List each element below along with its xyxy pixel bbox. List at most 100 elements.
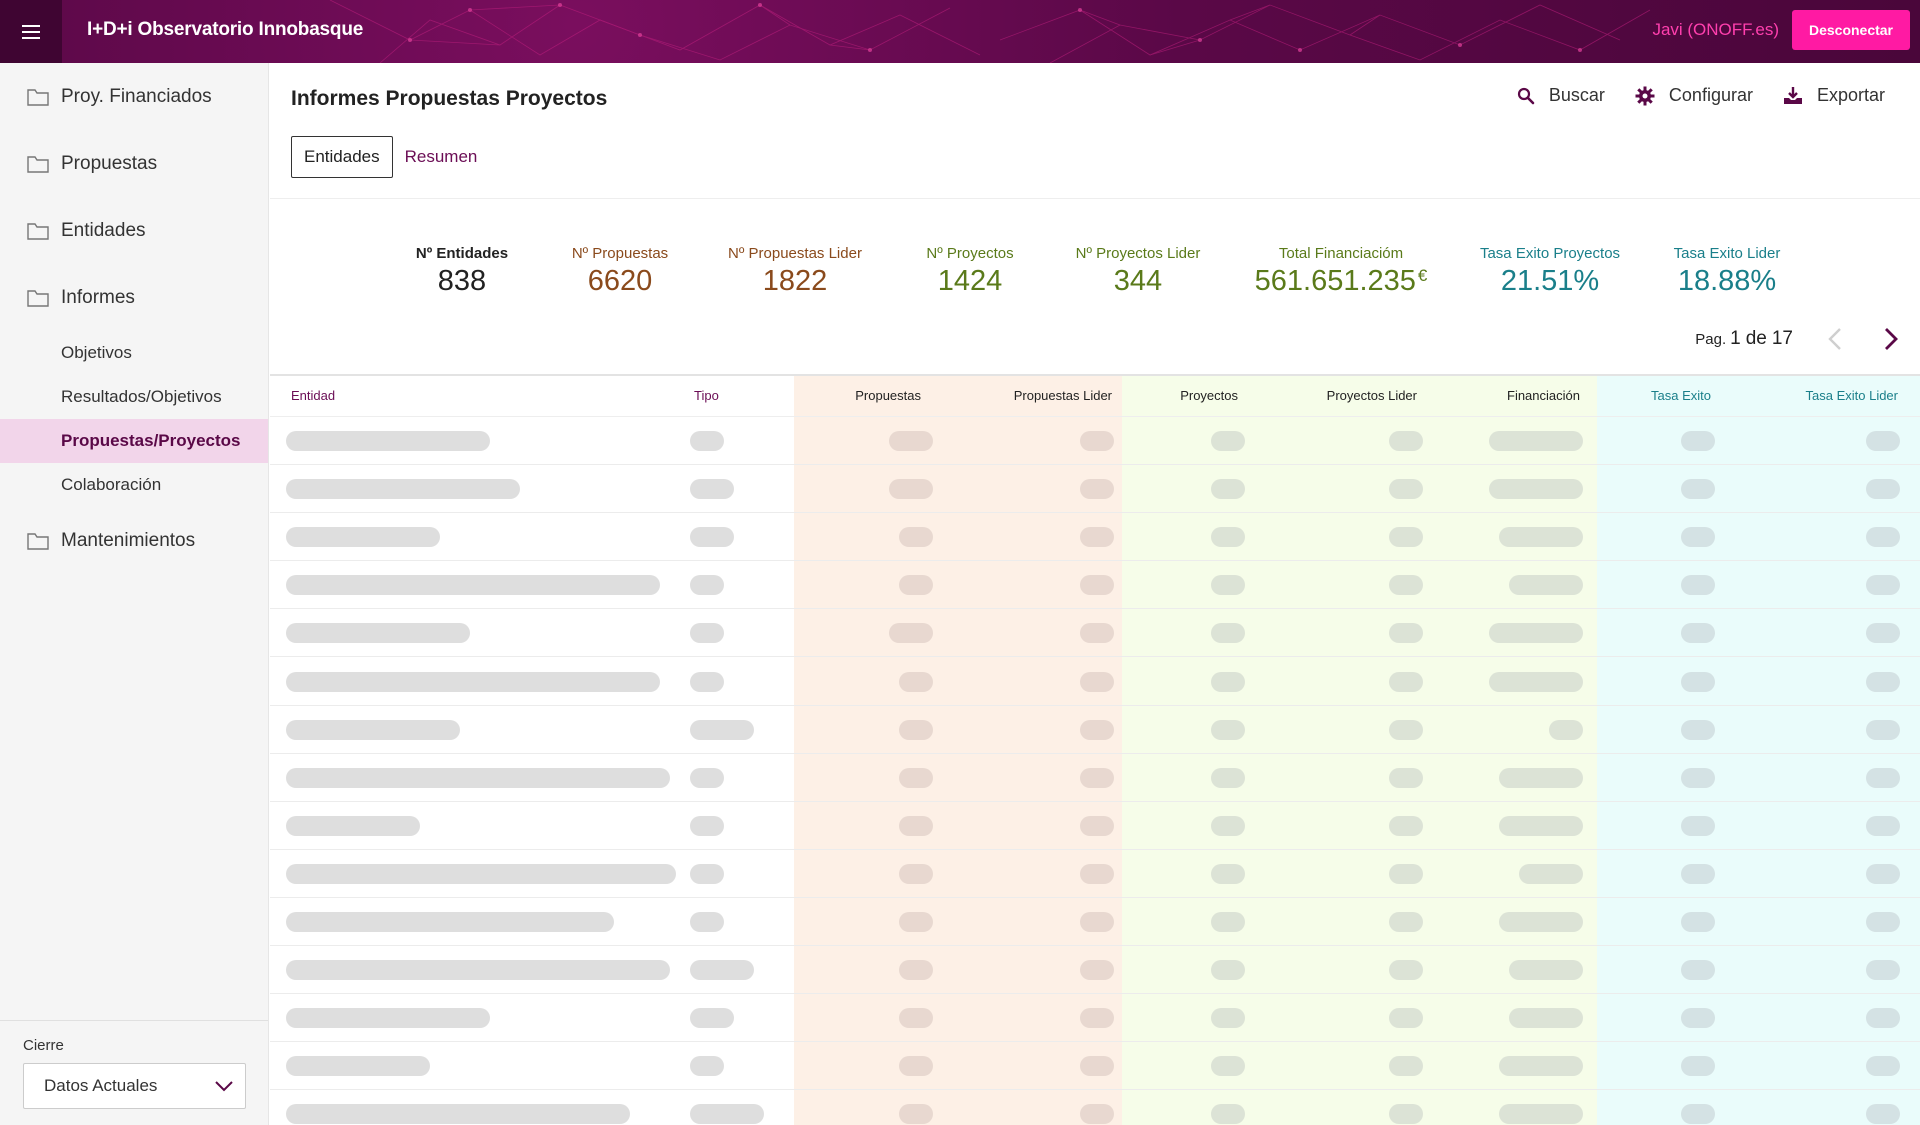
tab-entidades[interactable]: Entidades: [291, 136, 393, 178]
stat-block: Nº Proyectos 1424: [926, 245, 1013, 298]
skeleton-proyectos-lider: [1389, 479, 1423, 500]
search-button[interactable]: Buscar: [1517, 85, 1605, 106]
table-row[interactable]: [270, 754, 1920, 802]
cierre-select[interactable]: Datos Actuales: [23, 1063, 246, 1109]
skeleton-proyectos: [1211, 479, 1245, 500]
table-row[interactable]: [270, 465, 1920, 514]
sidebar-item-entidades[interactable]: Entidades: [0, 197, 268, 264]
stat-value: 21.51%: [1500, 265, 1600, 297]
stat-value-wrap: 1424: [926, 265, 1013, 298]
sidebar-item-label: Mantenimientos: [61, 529, 196, 551]
skeleton-proyectos-lider: [1389, 815, 1423, 836]
skeleton-entidad: [286, 1104, 630, 1125]
stat-block: Nº Proyectos Lider 344: [1076, 245, 1201, 298]
column-header[interactable]: Proyectos Lider: [1327, 388, 1417, 403]
sidebar-item-label: Entidades: [61, 219, 146, 241]
divider: [270, 198, 1920, 199]
skeleton-propuestas-lider: [1080, 960, 1114, 981]
column-header[interactable]: Entidad: [291, 388, 335, 403]
sidebar-item-informes[interactable]: Informes: [0, 264, 268, 331]
stat-block: Nº Propuestas Lider 1822: [728, 245, 862, 298]
export-button[interactable]: Exportar: [1783, 85, 1885, 106]
skeleton-proyectos: [1211, 1056, 1245, 1077]
sidebar-subitem-colaboracion[interactable]: Colaboración: [0, 463, 268, 507]
skeleton-tipo: [690, 815, 724, 836]
skeleton-propuestas: [899, 1056, 933, 1077]
table-row[interactable]: [270, 1090, 1920, 1125]
sidebar-item-propuestas[interactable]: Propuestas: [0, 130, 268, 197]
configure-button[interactable]: Configurar: [1635, 85, 1753, 106]
table-row[interactable]: [270, 850, 1920, 898]
column-header[interactable]: Tasa Exito Lider: [1806, 388, 1899, 403]
sidebar-subitem-resultados-objetivos[interactable]: Resultados/Objetivos: [0, 375, 268, 419]
logout-button[interactable]: Desconectar: [1792, 10, 1910, 50]
skeleton-tasa-exito-lider: [1866, 719, 1900, 740]
search-label: Buscar: [1548, 85, 1605, 105]
skeleton-tasa-exito-lider: [1866, 1104, 1900, 1125]
app-title: I+D+i Observatorio Innobasque: [87, 19, 364, 40]
sidebar-subitem-objetivos[interactable]: Objetivos: [0, 331, 268, 375]
cierre-label: Cierre: [23, 1037, 64, 1054]
sidebar-item-label: Propuestas: [61, 152, 158, 174]
table-row[interactable]: [270, 802, 1920, 850]
table-row[interactable]: [270, 513, 1920, 562]
column-header[interactable]: Proyectos: [1180, 388, 1238, 403]
folder-icon: [27, 88, 49, 106]
stat-block: Nº Entidades 838: [416, 245, 508, 298]
column-header[interactable]: Tasa Exito: [1651, 388, 1711, 403]
skeleton-propuestas-lider: [1080, 767, 1114, 788]
folder-icon: [27, 289, 49, 307]
table-row[interactable]: [270, 994, 1920, 1043]
hamburger-menu-button[interactable]: [0, 0, 62, 63]
chevron-right-icon[interactable]: [1884, 327, 1898, 351]
table-row[interactable]: [270, 609, 1920, 658]
skeleton-tipo: [690, 960, 754, 981]
skeleton-proyectos-lider: [1389, 863, 1423, 884]
column-header[interactable]: Propuestas Lider: [1014, 388, 1112, 403]
column-header[interactable]: Tipo: [694, 388, 719, 403]
sidebar-subitem-propuestas-proyectos[interactable]: Propuestas/Proyectos: [0, 419, 268, 463]
table-row[interactable]: [270, 706, 1920, 754]
stat-suffix: €: [1417, 266, 1428, 285]
skeleton-tipo: [690, 863, 724, 884]
chevron-down-icon: [215, 1081, 233, 1092]
skeleton-tipo: [690, 479, 734, 500]
skeleton-propuestas: [899, 767, 933, 788]
pagination: Pag. 1 de 17: [1695, 327, 1898, 351]
stat-block: Total Financiacióm 561.651.235 €: [1255, 245, 1428, 298]
page-title: Informes Propuestas Proyectos: [291, 87, 608, 110]
skeleton-entidad: [286, 767, 670, 788]
tab-resumen[interactable]: Resumen: [393, 136, 490, 178]
sidebar-item-proy-financiados[interactable]: Proy. Financiados: [0, 63, 268, 130]
skeleton-entidad: [286, 527, 440, 548]
sidebar-item-mantenimientos[interactable]: Mantenimientos: [0, 507, 268, 574]
skeleton-tasa-exito-lider: [1866, 1056, 1900, 1077]
table-row[interactable]: [270, 561, 1920, 610]
column-header[interactable]: Propuestas: [855, 388, 921, 403]
stat-value: 561.651.235: [1254, 265, 1416, 297]
skeleton-entidad: [286, 1056, 430, 1077]
user-name[interactable]: Javi (ONOFF.es): [1652, 20, 1779, 40]
stat-value-wrap: 21.51%: [1480, 265, 1620, 298]
skeleton-propuestas: [899, 575, 933, 596]
table-row[interactable]: [270, 946, 1920, 995]
stat-value: 1822: [762, 265, 828, 297]
skeleton-entidad: [286, 719, 460, 740]
table-row[interactable]: [270, 898, 1920, 946]
skeleton-entidad: [286, 671, 660, 692]
column-header[interactable]: Financiación: [1507, 388, 1580, 403]
skeleton-tipo: [690, 1008, 734, 1029]
skeleton-tipo: [690, 431, 724, 451]
table-row[interactable]: [270, 1042, 1920, 1091]
skeleton-financiacion: [1499, 815, 1583, 836]
skeleton-proyectos: [1211, 431, 1245, 451]
top-bar: I+D+i Observatorio Innobasque Javi (ONOF…: [0, 0, 1920, 63]
main-content: Informes Propuestas Proyectos Buscar Con…: [270, 63, 1920, 1125]
table-row[interactable]: [270, 417, 1920, 465]
skeleton-propuestas-lider: [1080, 912, 1114, 932]
stat-value: 838: [437, 265, 487, 297]
table-row[interactable]: [270, 658, 1920, 706]
chevron-left-icon[interactable]: [1828, 327, 1842, 351]
skeleton-financiacion: [1499, 912, 1583, 932]
stat-label: Nº Propuestas: [571, 245, 669, 262]
